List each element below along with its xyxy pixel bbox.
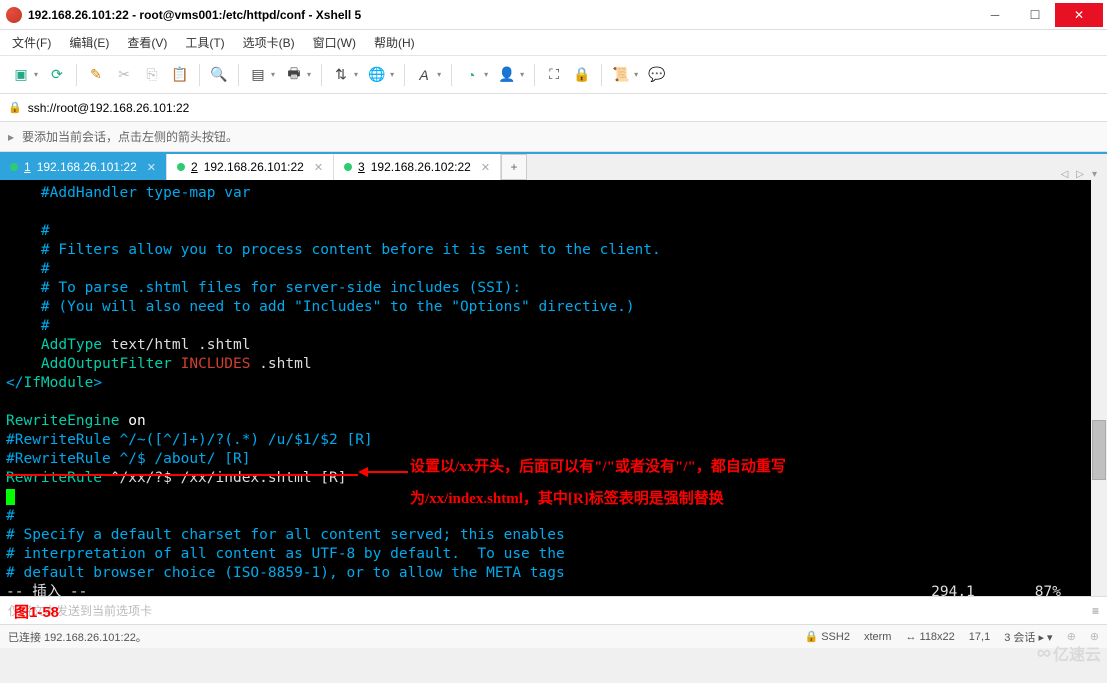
arrow-icon[interactable]: ▸	[8, 130, 14, 144]
menu-window[interactable]: 窗口(W)	[313, 34, 356, 51]
menu-help[interactable]: 帮助(H)	[374, 34, 415, 51]
tab-label: 192.168.26.101:22	[204, 160, 304, 174]
statusbar: 已连接 192.168.26.101:22。 🔒 SSH2 xterm ↔ 11…	[0, 624, 1107, 648]
app-icon	[6, 7, 22, 23]
print-icon[interactable]: 🖶	[281, 62, 307, 88]
session-tabs: 1 192.168.26.101:22 ✕ 2 192.168.26.101:22 ✕…	[0, 152, 1107, 180]
properties-icon[interactable]: ▤	[245, 62, 271, 88]
fullscreen-icon[interactable]: ⛶	[541, 62, 567, 88]
info-text: 要添加当前会话，点击左侧的箭头按钮。	[22, 128, 238, 145]
toolbar: ▣▾ ⟳ ✎ ✂ ⎘ 📋 🔍 ▤▾ 🖶▾ ⇅▾ 🌐▾ A▾ ◔▾ 👤▾ ⛶ 🔒 …	[0, 56, 1107, 94]
compose-bar[interactable]: 仅将文本发送到当前选项卡 ≡ 图1-58	[0, 596, 1107, 624]
session-tab[interactable]: 2 192.168.26.101:22 ✕	[167, 154, 334, 180]
status-size: ↔ 118x22	[905, 631, 954, 643]
cut-icon[interactable]: ✂	[111, 62, 137, 88]
session-tab[interactable]: 3 192.168.26.102:22 ✕	[334, 154, 501, 180]
menubar: 文件(F) 编辑(E) 查看(V) 工具(T) 选项卡(B) 窗口(W) 帮助(…	[0, 30, 1107, 56]
terminal[interactable]: #AddHandler type-map var # # Filters all…	[0, 180, 1107, 596]
paste-icon[interactable]: 📋	[167, 62, 193, 88]
tab-nav-right-icon[interactable]: ▷	[1076, 169, 1084, 180]
chat-icon[interactable]: 💬	[644, 62, 670, 88]
tab-nav-left-icon[interactable]: ◁	[1061, 169, 1069, 180]
menu-tools[interactable]: 工具(T)	[185, 34, 224, 51]
tab-number: 1	[24, 160, 31, 174]
search-icon[interactable]: 🔍	[206, 62, 232, 88]
status-dot-icon	[177, 163, 185, 171]
new-session-icon[interactable]: ▣	[8, 62, 34, 88]
figure-label: 图1-58	[14, 601, 59, 622]
status-term: xterm	[864, 631, 892, 643]
tab-number: 2	[191, 160, 198, 174]
status-dot-icon	[344, 163, 352, 171]
lock-icon[interactable]: 🔒	[569, 62, 595, 88]
edit-icon[interactable]: ✎	[83, 62, 109, 88]
window-title: 192.168.26.101:22 - root@vms001:/etc/htt…	[28, 8, 975, 22]
menu-file[interactable]: 文件(F)	[12, 34, 51, 51]
close-button[interactable]: ✕	[1055, 3, 1103, 27]
address-text[interactable]: ssh://root@192.168.26.101:22	[28, 101, 190, 115]
script-icon[interactable]: 📜	[608, 62, 634, 88]
copy-icon[interactable]: ⎘	[139, 62, 165, 88]
info-bar: ▸ 要添加当前会话，点击左侧的箭头按钮。	[0, 122, 1107, 152]
tab-menu-icon[interactable]: ▾	[1092, 169, 1097, 180]
compose-menu-icon[interactable]: ≡	[1092, 604, 1099, 618]
menu-tabs[interactable]: 选项卡(B)	[243, 34, 295, 51]
status-cursor: 17,1	[969, 631, 990, 643]
annotation-arrow-icon	[358, 462, 408, 482]
tab-close-icon[interactable]: ✕	[147, 161, 156, 174]
scrollbar-thumb[interactable]	[1092, 420, 1106, 480]
font-icon[interactable]: A	[411, 62, 437, 88]
lock-small-icon: 🔒	[8, 101, 22, 114]
titlebar: 192.168.26.101:22 - root@vms001:/etc/htt…	[0, 0, 1107, 30]
tab-number: 3	[358, 160, 365, 174]
scrollbar[interactable]	[1091, 180, 1107, 596]
add-tab-button[interactable]: +	[501, 154, 527, 180]
watermark: ∞亿速云	[1037, 641, 1101, 665]
color-icon[interactable]: ◔	[458, 62, 484, 88]
address-bar: 🔒 ssh://root@192.168.26.101:22	[0, 94, 1107, 122]
tab-close-icon[interactable]: ✕	[481, 161, 490, 174]
maximize-button[interactable]: ☐	[1015, 3, 1055, 27]
user-icon[interactable]: 👤	[494, 62, 520, 88]
annotation-line2: 为/xx/index.shtml，其中[R]标签表明是强制替换	[410, 490, 724, 509]
tab-close-icon[interactable]: ✕	[314, 161, 323, 174]
globe-icon[interactable]: 🌐	[364, 62, 390, 88]
status-dot-icon	[10, 163, 18, 171]
minimize-button[interactable]: ─	[975, 3, 1015, 27]
tab-label: 192.168.26.102:22	[371, 160, 471, 174]
annotation-line1: 设置以/xx开头，后面可以有"/"或者没有"/"，都自动重写	[410, 458, 786, 477]
menu-view[interactable]: 查看(V)	[127, 34, 167, 51]
annotation-underline	[6, 474, 358, 476]
tab-label: 192.168.26.101:22	[37, 160, 137, 174]
status-ssh: 🔒 SSH2	[804, 630, 850, 643]
menu-edit[interactable]: 编辑(E)	[69, 34, 109, 51]
session-tab[interactable]: 1 192.168.26.101:22 ✕	[0, 154, 167, 180]
transfer-icon[interactable]: ⇅	[328, 62, 354, 88]
reconnect-icon[interactable]: ⟳	[44, 62, 70, 88]
status-connected: 已连接 192.168.26.101:22。	[8, 629, 147, 645]
